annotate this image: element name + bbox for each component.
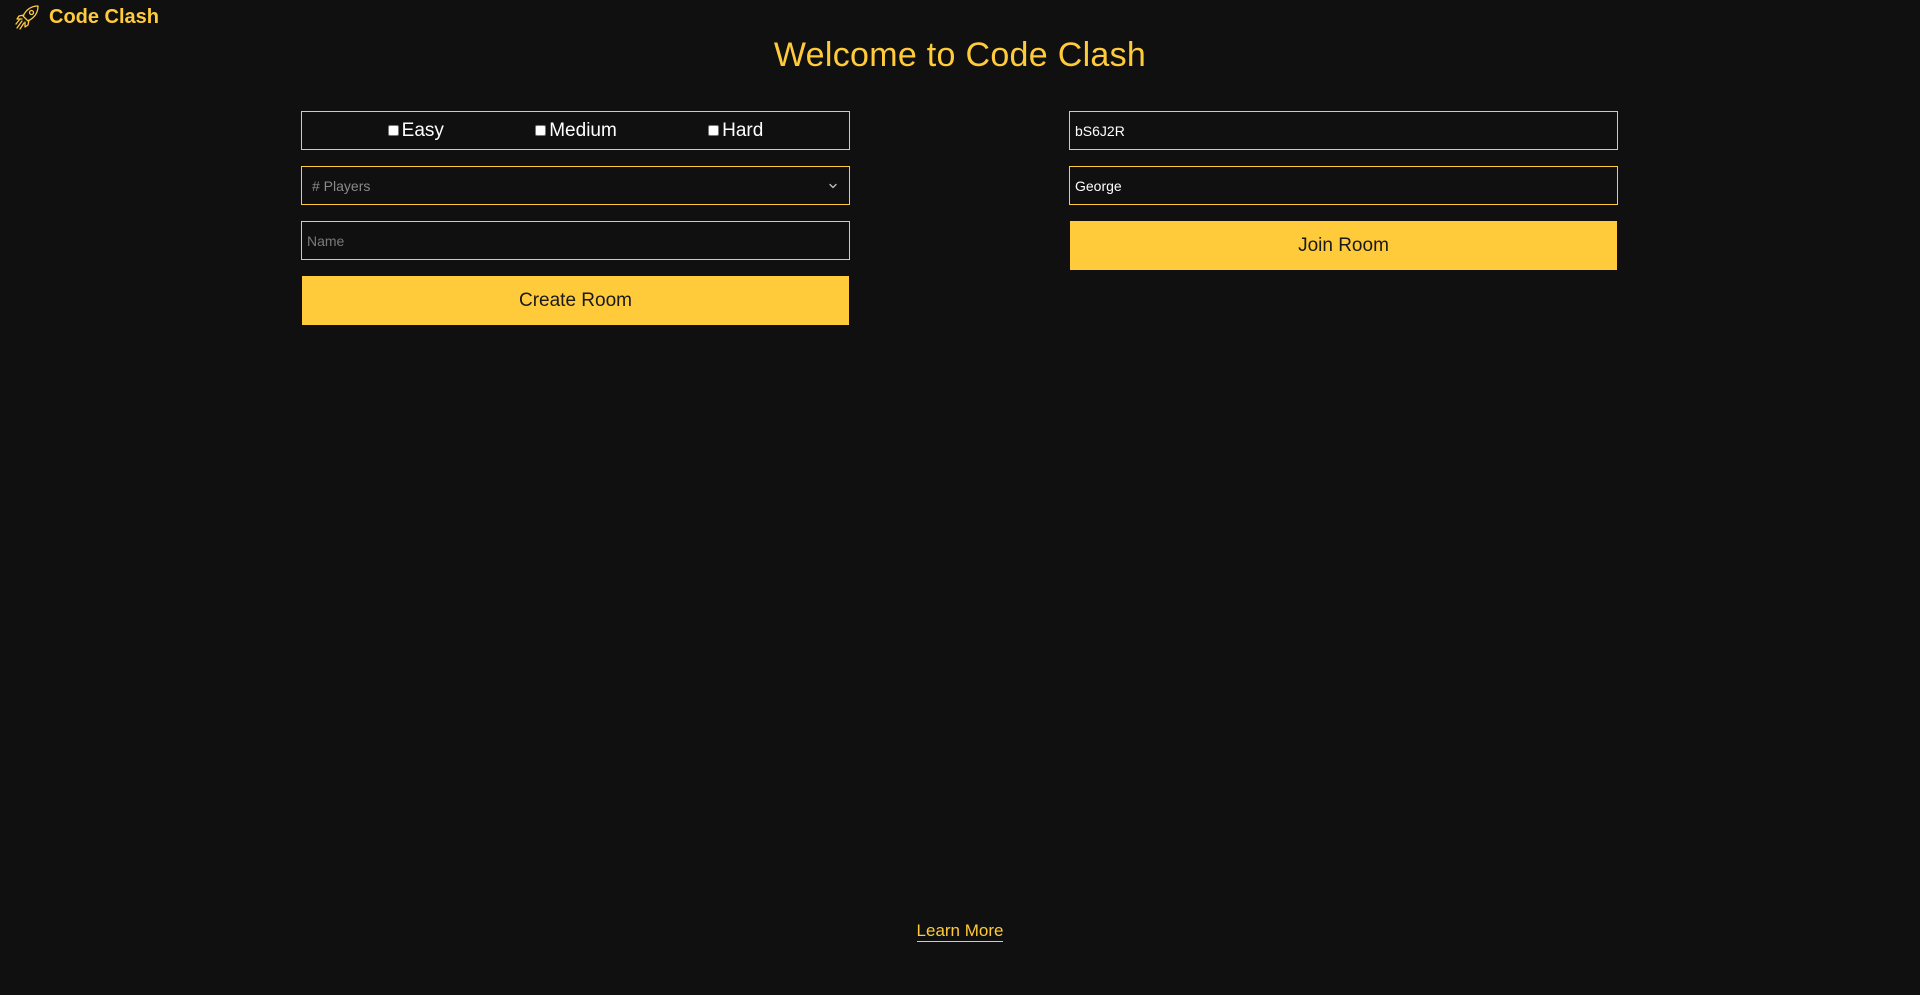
join-room-button[interactable]: Join Room	[1070, 221, 1617, 270]
players-select[interactable]: # Players	[301, 166, 850, 205]
learn-more-container: Learn More	[0, 921, 1920, 942]
difficulty-easy[interactable]: Easy	[387, 119, 444, 142]
create-name-placeholder: Name	[307, 232, 345, 249]
page-title: Welcome to Code Clash	[773, 36, 1147, 74]
join-room-panel: bS6J2R George Join Room	[1069, 111, 1618, 270]
easy-checkbox[interactable]	[387, 125, 399, 136]
difficulty-medium[interactable]: Medium	[535, 120, 617, 142]
difficulty-hard[interactable]: Hard	[708, 120, 763, 142]
players-select-placeholder: # Players	[312, 177, 371, 194]
join-name-input[interactable]: George	[1069, 166, 1618, 205]
difficulty-hard-label: Hard	[722, 119, 764, 141]
brand-name: Code Clash	[49, 5, 160, 28]
create-room-panel: Easy Medium Hard # Players Name Create R…	[301, 111, 850, 325]
rocket-icon	[15, 5, 39, 30]
room-code-value: bS6J2R	[1075, 122, 1125, 139]
chevron-down-icon	[829, 183, 837, 188]
create-room-button[interactable]: Create Room	[302, 276, 849, 325]
medium-checkbox[interactable]	[535, 125, 547, 136]
difficulty-easy-label: Easy	[401, 119, 444, 141]
hard-checkbox[interactable]	[708, 125, 720, 136]
difficulty-medium-label: Medium	[549, 119, 617, 141]
page: Code Clash Welcome to Code Clash Easy Me…	[0, 0, 1920, 995]
room-code-input[interactable]: bS6J2R	[1069, 111, 1618, 150]
brand[interactable]: Code Clash	[14, 2, 159, 32]
create-name-input[interactable]: Name	[301, 221, 850, 260]
difficulty-selector: Easy Medium Hard	[301, 111, 850, 150]
learn-more-link[interactable]: Learn More	[916, 921, 1004, 942]
join-name-value: George	[1075, 177, 1122, 194]
